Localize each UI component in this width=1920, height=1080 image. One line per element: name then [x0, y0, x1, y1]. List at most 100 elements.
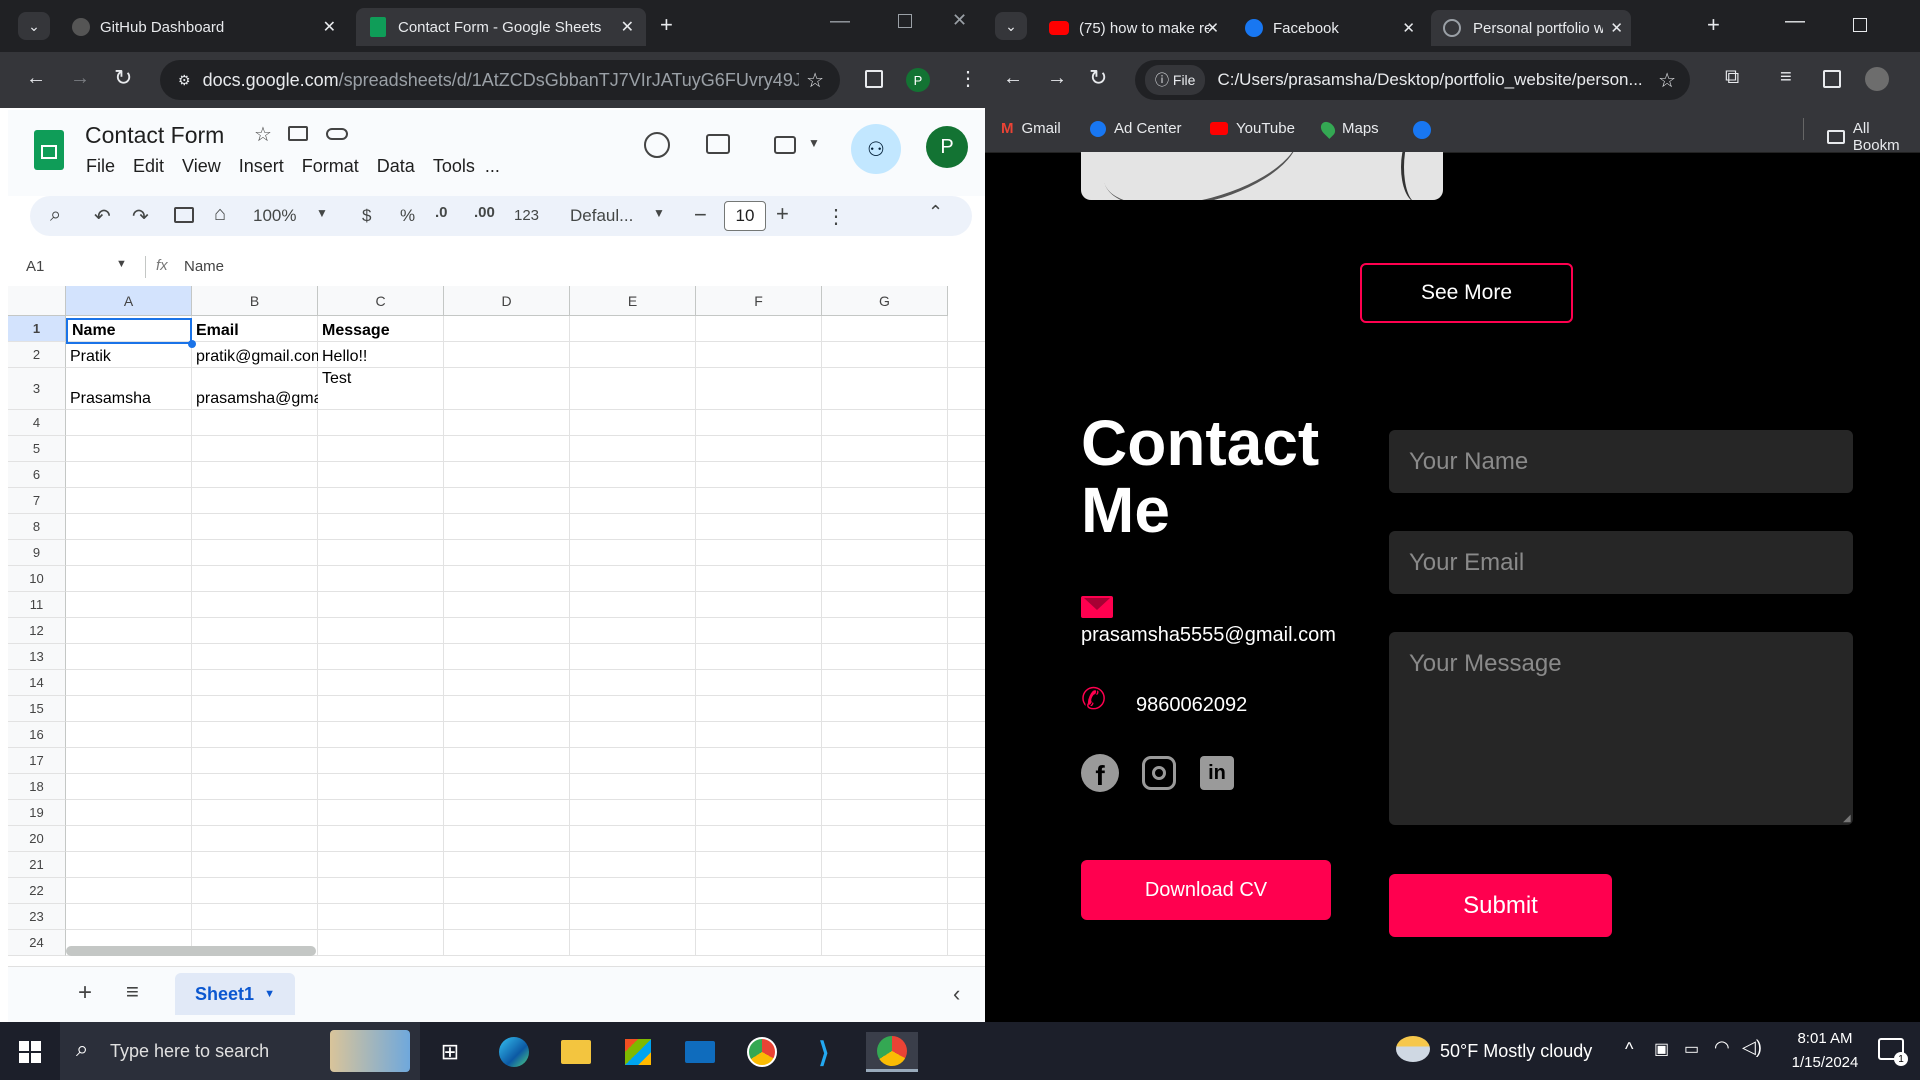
instagram-social-icon[interactable] [1142, 756, 1176, 790]
notification-icon[interactable]: 1 [1878, 1038, 1908, 1066]
mail-icon[interactable] [680, 1032, 720, 1072]
menu-file[interactable]: File [86, 156, 115, 177]
vscode-icon[interactable]: ⟩ [804, 1032, 844, 1072]
reload-icon[interactable]: ↻ [114, 65, 132, 91]
close-window-icon[interactable]: ✕ [952, 10, 967, 31]
bookmark-youtube[interactable]: YouTube [1210, 120, 1295, 137]
menu-insert[interactable]: Insert [239, 156, 284, 177]
cell-c1[interactable]: Message [318, 320, 444, 342]
meet-camera-icon[interactable] [774, 136, 796, 154]
tab-search-button[interactable]: ⌄ [995, 12, 1027, 40]
address-bar[interactable]: ⚙ docs.google.com /spreadsheets/d/1AtZCD… [160, 60, 840, 100]
search-menus-icon[interactable]: ⌕ [50, 204, 61, 227]
download-cv-button[interactable]: Download CV [1081, 860, 1331, 920]
formula-input[interactable]: Name [184, 258, 224, 275]
collapse-arrow-icon[interactable]: ‹ [953, 981, 960, 1007]
row-header[interactable]: 24 [8, 930, 66, 956]
share-add-person-button[interactable]: ⚇ [851, 124, 901, 174]
row-header[interactable]: 6 [8, 462, 66, 488]
star-icon[interactable]: ☆ [254, 122, 272, 147]
chevron-down-icon[interactable]: ▼ [116, 258, 127, 270]
clock-time[interactable]: 8:01 AM [1780, 1030, 1870, 1047]
back-arrow-icon[interactable]: ← [26, 67, 46, 90]
profile-avatar[interactable] [1865, 67, 1889, 91]
tab-facebook[interactable]: Facebook ✕ [1233, 10, 1423, 46]
cell-c3[interactable]: Test [318, 368, 444, 390]
tab-youtube[interactable]: (75) how to make re ✕ [1037, 10, 1227, 46]
name-input[interactable]: Your Name [1389, 430, 1853, 493]
row-header[interactable]: 23 [8, 904, 66, 930]
tab-portfolio[interactable]: Personal portfolio w ✕ [1431, 10, 1631, 46]
cell-a3[interactable]: Prasamsha [66, 388, 192, 410]
resize-handle-icon[interactable]: ◢ [1843, 813, 1851, 824]
message-textarea[interactable]: Your Message [1389, 632, 1853, 825]
all-sheets-icon[interactable]: ≡ [126, 979, 139, 1005]
account-avatar[interactable]: P [926, 126, 968, 168]
facebook-social-icon[interactable]: f [1081, 754, 1119, 792]
menu-more[interactable]: ... [485, 156, 500, 177]
address-bar[interactable]: ⓘ File C:/Users/prasamsha/Desktop/portfo… [1135, 60, 1690, 100]
tab-github[interactable]: GitHub Dashboard ✕ [58, 8, 348, 46]
back-arrow-icon[interactable]: ← [1003, 67, 1023, 90]
submit-button[interactable]: Submit [1389, 874, 1612, 937]
row-header[interactable]: 20 [8, 826, 66, 852]
cell-a2[interactable]: Pratik [66, 346, 192, 368]
row-header[interactable]: 4 [8, 410, 66, 436]
media-controls-icon[interactable]: ≡ [1780, 66, 1792, 89]
microsoft-store-icon[interactable] [618, 1032, 658, 1072]
maximize-icon[interactable] [1853, 18, 1867, 32]
weather-text[interactable]: 50°F Mostly cloudy [1440, 1041, 1592, 1062]
select-all-corner[interactable] [8, 286, 66, 316]
row-header[interactable]: 1 [8, 316, 66, 342]
volume-icon[interactable]: ◁) [1742, 1037, 1762, 1058]
new-tab-button[interactable]: + [1707, 12, 1720, 38]
zoom-select[interactable]: 100% [253, 206, 296, 226]
sheet-tab-sheet1[interactable]: Sheet1 ▼ [175, 973, 295, 1015]
row-header[interactable]: 17 [8, 748, 66, 774]
font-size-decrease-button[interactable]: − [694, 202, 707, 228]
column-header-e[interactable]: E [570, 286, 696, 316]
add-sheet-button[interactable]: + [78, 979, 92, 1007]
cell-b1[interactable]: Email [192, 320, 318, 342]
see-more-button[interactable]: See More [1360, 263, 1573, 323]
row-header[interactable]: 18 [8, 774, 66, 800]
chevron-down-icon[interactable]: ▼ [316, 206, 328, 220]
font-size-increase-button[interactable]: + [776, 201, 789, 227]
facebook-bookmark-icon[interactable] [1413, 121, 1431, 139]
forward-arrow-icon[interactable]: → [70, 67, 90, 90]
minimize-icon[interactable]: — [830, 10, 850, 33]
bookmark-gmail[interactable]: M Gmail [1001, 120, 1061, 137]
row-header[interactable]: 9 [8, 540, 66, 566]
camera-tray-icon[interactable]: ▣ [1654, 1039, 1669, 1059]
close-icon[interactable]: ✕ [1402, 19, 1415, 37]
close-icon[interactable]: ✕ [323, 17, 336, 37]
profile-avatar[interactable]: P [906, 68, 930, 92]
minimize-icon[interactable]: — [1785, 10, 1805, 33]
column-header-f[interactable]: F [696, 286, 822, 316]
paint-format-icon[interactable]: ⌂ [214, 203, 226, 226]
tab-search-button[interactable]: ⌄ [18, 12, 50, 40]
linkedin-social-icon[interactable]: in [1200, 756, 1234, 790]
row-header[interactable]: 10 [8, 566, 66, 592]
wifi-icon[interactable]: ◠ [1714, 1037, 1730, 1058]
cell-b3[interactable]: prasamsha@gmail.com [192, 388, 318, 410]
site-info-icon[interactable]: ⚙ [178, 72, 191, 89]
row-header[interactable]: 13 [8, 644, 66, 670]
number-format-button[interactable]: 123 [514, 207, 539, 224]
column-header-a[interactable]: A [66, 286, 192, 316]
row-header[interactable]: 19 [8, 800, 66, 826]
row-header[interactable]: 22 [8, 878, 66, 904]
print-icon[interactable] [174, 207, 194, 223]
chrome-active-icon[interactable] [866, 1032, 918, 1072]
taskbar-search-box[interactable]: ⌕ Type here to search [60, 1022, 420, 1080]
comments-icon[interactable] [706, 134, 730, 154]
chrome-icon[interactable] [742, 1032, 782, 1072]
chevron-down-icon[interactable]: ▼ [808, 136, 820, 150]
document-title[interactable]: Contact Form [85, 122, 224, 149]
windows-start-icon[interactable] [10, 1032, 50, 1072]
redo-icon[interactable]: ↷ [132, 204, 149, 229]
name-box[interactable]: A1 [26, 258, 44, 275]
decrease-decimal-button[interactable]: .0 [435, 204, 448, 221]
clock-date[interactable]: 1/15/2024 [1780, 1054, 1870, 1071]
font-size-input[interactable]: 10 [724, 201, 766, 231]
